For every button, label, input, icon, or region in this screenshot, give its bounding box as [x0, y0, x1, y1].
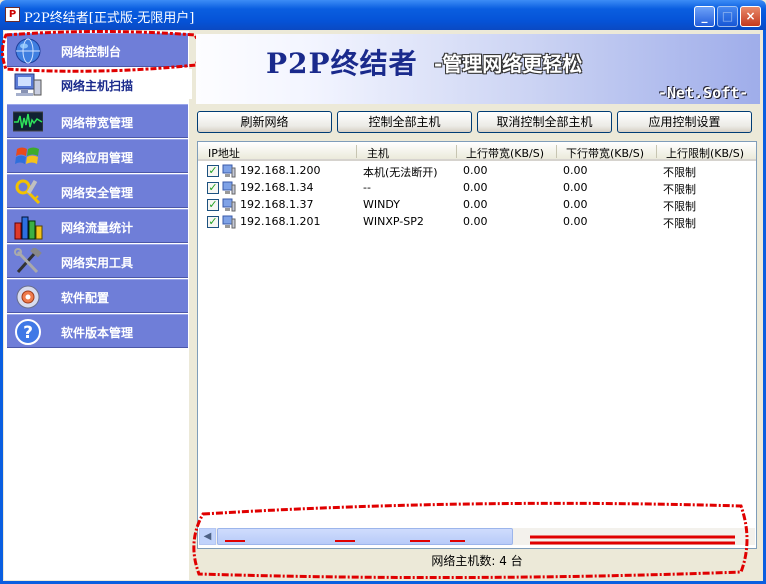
cell-upload: 0.00	[463, 164, 488, 177]
column-header-upload-limit[interactable]: 上行限制(KB/S)	[666, 145, 744, 161]
sidebar-item-applications[interactable]: 网络应用管理	[7, 139, 188, 173]
sidebar-item-label: 软件配置	[61, 291, 110, 305]
app-icon[interactable]: P	[5, 7, 20, 22]
column-divider[interactable]	[556, 145, 557, 158]
scrollbar-thumb[interactable]	[217, 528, 513, 545]
sidebar-item-console[interactable]: 网络控制台	[7, 33, 188, 67]
sidebar-item-label: 网络流量统计	[61, 221, 134, 235]
refresh-network-button[interactable]: 刷新网络	[197, 111, 332, 133]
svg-text:?: ?	[23, 323, 33, 343]
cell-download: 0.00	[563, 164, 588, 177]
windows-flag-icon	[15, 147, 39, 164]
cell-ip: 192.168.1.201	[240, 215, 321, 228]
sidebar-item-host-scan[interactable]: 网络主机扫描	[7, 69, 192, 99]
window-border-left	[0, 30, 3, 584]
computer-icon	[222, 198, 236, 212]
cell-upload-limit: 不限制	[663, 200, 696, 213]
banner-title: P2P终结者	[266, 47, 418, 80]
close-icon: ×	[745, 9, 756, 23]
status-bar: 网络主机数: 4 台	[431, 554, 523, 568]
computer-icon	[222, 215, 236, 229]
minimize-icon: _	[701, 9, 708, 23]
cell-download: 0.00	[563, 198, 588, 211]
hammer-wrench-icon	[14, 248, 42, 274]
cell-ip: 192.168.1.34	[240, 181, 314, 194]
cell-host: WINXP-SP2	[363, 215, 424, 228]
title-bar[interactable]: P P2P终结者[正式版-无限用户] _ □ ×	[0, 0, 766, 30]
sidebar-item-label: 网络安全管理	[61, 186, 134, 200]
apply-control-settings-button[interactable]: 应用控制设置	[617, 111, 752, 133]
sidebar-item-traffic-stats[interactable]: 网络流量统计	[7, 209, 188, 243]
sidebar-item-config[interactable]: 软件配置	[7, 279, 188, 313]
sidebar-item-security[interactable]: 网络安全管理	[7, 174, 188, 208]
table-row[interactable]: ✓ 192.168.1.34 -- 0.00 0.00 不限制	[198, 180, 756, 197]
sidebar-item-utilities[interactable]: 网络实用工具	[7, 244, 188, 278]
banner: P2P终结者 -管理网络更轻松 -Net.Soft-	[196, 34, 760, 104]
computer-scan-icon	[14, 73, 42, 96]
row-checkbox[interactable]: ✓	[207, 216, 219, 228]
minimize-button[interactable]: _	[694, 6, 715, 27]
cell-upload: 0.00	[463, 198, 488, 211]
app-window: P P2P终结者[正式版-无限用户] _ □ × 网络控制台 网络主机扫描 网络…	[0, 0, 766, 584]
column-header-upload[interactable]: 上行带宽(KB/S)	[466, 145, 544, 161]
sidebar-item-label: 网络实用工具	[61, 256, 134, 270]
cell-upload-limit: 不限制	[663, 217, 696, 230]
cell-ip: 192.168.1.37	[240, 198, 314, 211]
control-all-hosts-button[interactable]: 控制全部主机	[337, 111, 472, 133]
bar-chart-icon	[14, 216, 43, 240]
uncontrol-all-hosts-button[interactable]: 取消控制全部主机	[477, 111, 612, 133]
cell-host: 本机(无法断开)	[363, 166, 438, 179]
cell-download: 0.00	[563, 181, 588, 194]
row-checkbox[interactable]: ✓	[207, 182, 219, 194]
column-divider[interactable]	[656, 145, 657, 158]
table-row[interactable]: ✓ 192.168.1.201 WINXP-SP2 0.00 0.00 不限制	[198, 214, 756, 231]
globe-icon	[15, 38, 41, 64]
sidebar-item-label: 网络主机扫描	[61, 79, 134, 93]
sidebar-item-bandwidth[interactable]: 网络带宽管理	[7, 104, 188, 138]
computer-icon	[222, 181, 236, 195]
cell-upload-limit: 不限制	[663, 166, 696, 179]
cell-host: WINDY	[363, 198, 400, 211]
column-header-host[interactable]: 主机	[367, 145, 389, 161]
row-checkbox[interactable]: ✓	[207, 165, 219, 177]
table-row[interactable]: ✓ 192.168.1.37 WINDY 0.00 0.00 不限制	[198, 197, 756, 214]
column-divider[interactable]	[456, 145, 457, 158]
window-title: P2P终结者[正式版-无限用户]	[24, 11, 195, 26]
sidebar-item-label: 软件版本管理	[61, 326, 134, 340]
cell-upload-limit: 不限制	[663, 183, 696, 196]
host-list-header: IP地址 主机 上行带宽(KB/S) 下行带宽(KB/S) 上行限制(KB/S)	[198, 142, 756, 161]
cell-upload: 0.00	[463, 215, 488, 228]
sidebar-item-version[interactable]: ? 软件版本管理	[7, 314, 188, 348]
host-list[interactable]: IP地址 主机 上行带宽(KB/S) 下行带宽(KB/S) 上行限制(KB/S)…	[197, 141, 757, 549]
close-button[interactable]: ×	[740, 6, 761, 27]
sidebar-item-label: 网络控制台	[61, 45, 122, 59]
cell-ip: 192.168.1.200	[240, 164, 321, 177]
banner-slogan: -管理网络更轻松	[434, 52, 583, 76]
security-tools-icon	[15, 179, 41, 205]
table-row[interactable]: ✓ 192.168.1.200 本机(无法断开) 0.00 0.00 不限制	[198, 163, 756, 180]
column-divider[interactable]	[356, 145, 357, 158]
help-icon: ?	[15, 319, 41, 345]
chevron-left-icon: ◀	[203, 531, 212, 542]
waveform-icon	[13, 111, 43, 132]
config-gear-icon	[16, 285, 40, 309]
cell-host: --	[363, 181, 371, 194]
sidebar: 网络控制台 网络主机扫描 网络带宽管理 网络应用管理 网络安全管理 网络流量统计…	[4, 31, 192, 580]
column-header-ip[interactable]: IP地址	[208, 145, 240, 161]
banner-brand: -Net.Soft-	[658, 84, 749, 102]
maximize-button[interactable]: □	[717, 6, 738, 27]
cell-upload: 0.00	[463, 181, 488, 194]
scroll-left-button[interactable]: ◀	[199, 528, 216, 545]
column-header-download[interactable]: 下行带宽(KB/S)	[566, 145, 644, 161]
row-checkbox[interactable]: ✓	[207, 199, 219, 211]
sidebar-item-label: 网络带宽管理	[61, 116, 134, 130]
horizontal-scrollbar[interactable]: ◀	[199, 528, 755, 545]
cell-download: 0.00	[563, 215, 588, 228]
computer-icon	[222, 164, 236, 178]
maximize-icon: □	[721, 9, 734, 23]
sidebar-item-label: 网络应用管理	[61, 151, 134, 165]
